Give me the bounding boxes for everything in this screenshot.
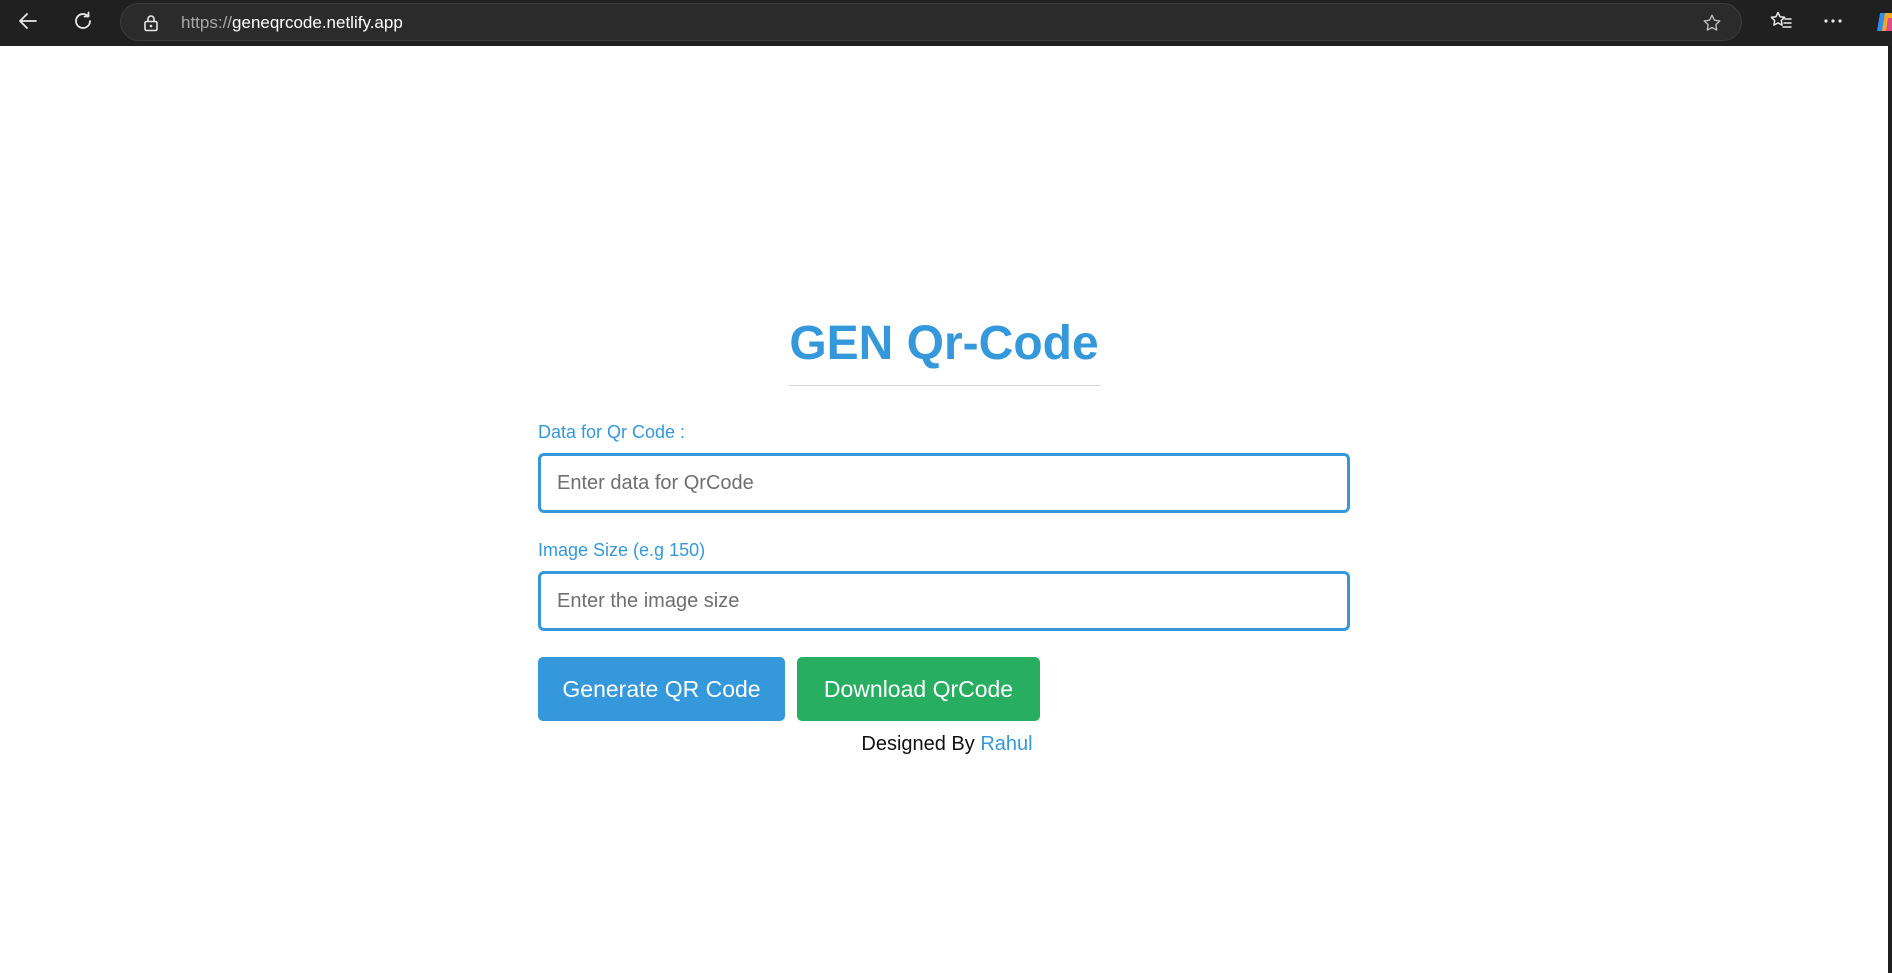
window-edge [1888,46,1892,973]
copilot-icon[interactable] [1876,9,1892,35]
lock-icon[interactable] [141,13,161,33]
address-bar[interactable]: https://geneqrcode.netlify.app [120,3,1742,41]
footer-credit: Designed By Rahul [538,732,1350,756]
favorites-icon [1770,11,1792,28]
data-field-label: Data for Qr Code : [538,422,686,442]
refresh-button[interactable] [66,4,100,38]
page-viewport: GEN Qr-Code Data for Qr Code : Image Siz… [0,46,1892,973]
refresh-icon [75,11,91,29]
favorites-button[interactable] [1764,4,1798,38]
url-host: geneqrcode.netlify.app [232,13,403,32]
qr-data-input[interactable] [538,453,1350,513]
download-qr-button[interactable]: Download QrCode [797,657,1040,721]
generate-qr-button[interactable]: Generate QR Code [538,657,785,721]
back-arrow-icon [19,13,37,29]
star-icon[interactable] [1701,12,1723,34]
footer-prefix: Designed By [861,733,975,755]
title-divider [789,385,1100,386]
image-size-input[interactable] [538,571,1350,631]
size-field-label: Image Size (e.g 150) [538,540,706,560]
page-title: GEN Qr-Code [789,317,1099,370]
url-scheme: https:// [181,13,233,32]
more-button[interactable] [1816,4,1850,38]
browser-toolbar: https://geneqrcode.netlify.app [0,0,1892,46]
back-button[interactable] [11,4,45,38]
url-text[interactable]: https://geneqrcode.netlify.app [181,13,403,33]
author-link[interactable]: Rahul [980,733,1032,755]
more-icon [1824,19,1842,23]
